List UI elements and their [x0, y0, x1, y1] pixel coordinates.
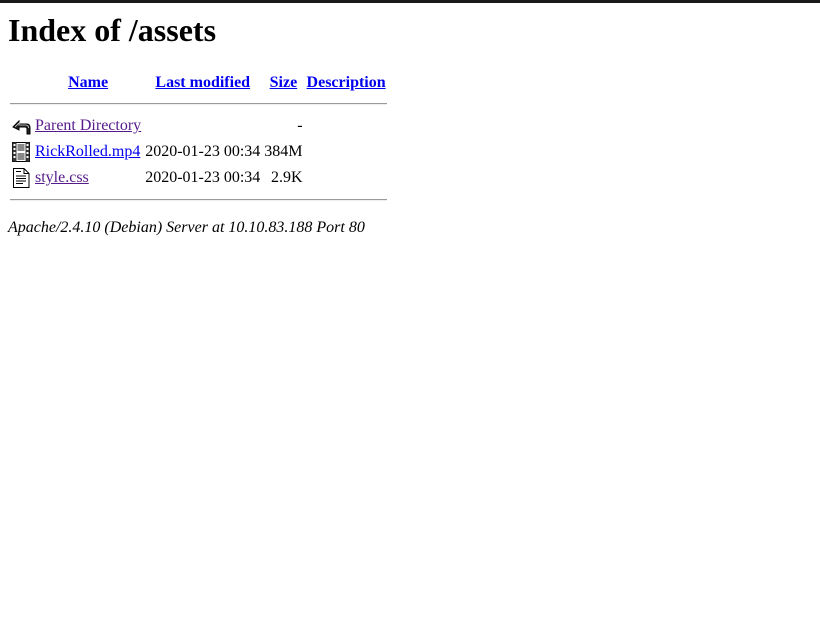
last-modified-cell: 2020-01-23 00:34	[145, 169, 261, 186]
description-cell	[306, 140, 387, 164]
sort-by-description-link[interactable]: Description	[307, 74, 386, 91]
size-column-header: Size	[263, 72, 303, 94]
sort-by-last-modified-link[interactable]: Last modified	[155, 74, 250, 91]
file-table: Name Last modified Size Description Pare…	[8, 70, 389, 210]
size-cell: 2.9K	[270, 169, 303, 186]
separator-row	[10, 96, 387, 112]
table-row: RickRolled.mp4 2020-01-23 00:34 384M	[10, 140, 387, 164]
description-cell	[306, 166, 387, 190]
last-modified-column-header: Last modified	[144, 72, 261, 94]
divider	[10, 103, 387, 105]
back-arrow-icon	[12, 119, 31, 135]
size-cell: 384M	[264, 143, 303, 160]
parent-directory-link[interactable]: Parent Directory	[35, 117, 141, 134]
separator-row	[10, 192, 387, 208]
table-row: style.css 2020-01-23 00:34 2.9K	[10, 166, 387, 190]
description-column-header: Description	[306, 72, 387, 94]
size-cell: -	[297, 117, 303, 134]
description-cell	[306, 114, 387, 138]
file-link-rickrolled[interactable]: RickRolled.mp4	[35, 143, 140, 160]
directory-listing-page: Index of /assets Name Last modified Size…	[8, 3, 389, 237]
server-signature: Apache/2.4.10 (Debian) Server at 10.10.8…	[8, 219, 365, 236]
page-title: Index of /assets	[8, 12, 217, 48]
movie-icon	[12, 142, 30, 162]
text-file-icon	[13, 168, 30, 188]
icon-column-header	[10, 72, 32, 94]
last-modified-cell: 2020-01-23 00:34	[145, 143, 261, 160]
table-header-row: Name Last modified Size Description	[10, 72, 387, 94]
sort-by-size-link[interactable]: Size	[270, 74, 298, 91]
file-link-style-css[interactable]: style.css	[35, 169, 89, 186]
divider	[10, 199, 387, 201]
last-modified-cell	[144, 114, 261, 138]
sort-by-name-link[interactable]: Name	[68, 74, 108, 91]
name-column-header: Name	[34, 72, 142, 94]
table-row: Parent Directory -	[10, 114, 387, 138]
